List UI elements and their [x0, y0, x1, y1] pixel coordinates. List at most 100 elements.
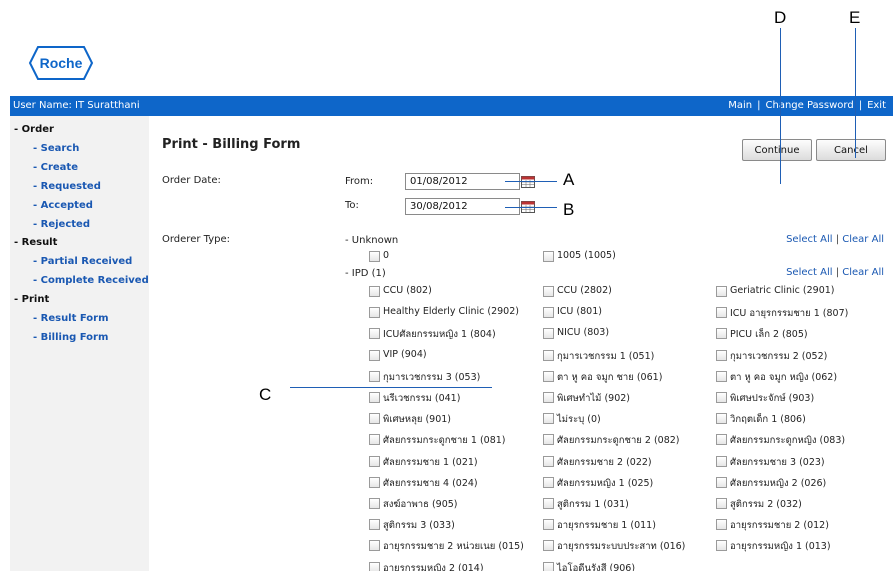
clear-all-link[interactable]: Clear All — [842, 267, 884, 278]
checkbox-label: ICU อายุรกรรมชาย 1 (807) — [730, 308, 849, 319]
checkbox[interactable] — [716, 434, 727, 445]
checkbox[interactable] — [543, 328, 554, 339]
checkbox-label: สูติกรรม 3 (033) — [383, 520, 455, 531]
annotation-d: D — [774, 8, 787, 27]
sidebar-item-rejected[interactable]: - Rejected — [33, 219, 90, 230]
annotation-a-line — [505, 181, 557, 182]
checkbox[interactable] — [369, 307, 380, 318]
checkbox[interactable] — [369, 562, 380, 571]
top-bar: User Name: IT Suratthani Main | Change Pas… — [10, 96, 893, 116]
sidebar-item-result-form[interactable]: - Result Form — [33, 313, 109, 324]
checkbox[interactable] — [369, 519, 380, 530]
orderer-type-label: Orderer Type: — [162, 234, 230, 245]
checkbox[interactable] — [716, 392, 727, 403]
separator: | — [858, 100, 863, 111]
checkbox-label: ไม่ระบุ (0) — [557, 414, 601, 425]
clear-all-link[interactable]: Clear All — [842, 234, 884, 245]
checkbox[interactable] — [369, 498, 380, 509]
checkbox-label: อายุรกรรมหญิง 2 (014) — [383, 563, 484, 571]
checkbox[interactable] — [716, 498, 727, 509]
exit-link[interactable]: Exit — [867, 100, 886, 111]
from-label: From: — [345, 176, 374, 187]
cancel-button[interactable]: Cancel — [816, 139, 886, 161]
checkbox[interactable] — [543, 307, 554, 318]
sidebar-item-search[interactable]: - Search — [33, 143, 79, 154]
checkbox-label: ตา หู คอ จมูก ชาย (061) — [557, 372, 663, 383]
sidebar-item-create[interactable]: - Create — [33, 162, 78, 173]
checkbox[interactable] — [369, 328, 380, 339]
sidebar-item-requested[interactable]: - Requested — [33, 181, 101, 192]
checkbox-label: NICU (803) — [557, 327, 610, 338]
checkbox-label: CCU (802) — [383, 285, 432, 296]
checkbox-label: สูติกรรม 2 (032) — [730, 499, 802, 510]
checkbox[interactable] — [369, 251, 380, 262]
annotation-b-line — [505, 207, 557, 208]
checkbox[interactable] — [716, 477, 727, 488]
checkbox[interactable] — [543, 519, 554, 530]
checkbox[interactable] — [543, 562, 554, 571]
sidebar-item-accepted[interactable]: - Accepted — [33, 200, 93, 211]
annotation-e: E — [849, 8, 861, 27]
sidebar-section-print: - Print — [14, 294, 50, 305]
change-password-link[interactable]: Change Password — [766, 100, 854, 111]
checkbox-label: 1005 (1005) — [557, 250, 616, 261]
checkbox[interactable] — [369, 392, 380, 403]
order-date-label: Order Date: — [162, 175, 221, 186]
checkbox[interactable] — [716, 371, 727, 382]
checkbox[interactable] — [543, 477, 554, 488]
checkbox[interactable] — [543, 456, 554, 467]
checkbox[interactable] — [369, 286, 380, 297]
separator: | — [757, 100, 761, 111]
user-name-label: User Name: IT Suratthani — [13, 100, 140, 111]
checkbox[interactable] — [369, 350, 380, 361]
checkbox[interactable] — [543, 434, 554, 445]
checkbox[interactable] — [543, 251, 554, 262]
checkbox[interactable] — [716, 456, 727, 467]
to-date-input[interactable]: 30/08/2012 — [405, 198, 520, 215]
checkbox[interactable] — [716, 519, 727, 530]
checkbox[interactable] — [543, 498, 554, 509]
checkbox[interactable] — [716, 307, 727, 318]
checkbox[interactable] — [369, 413, 380, 424]
checkbox[interactable] — [369, 540, 380, 551]
checkbox-label: ศัลยกรรมกระดูกหญิง (083) — [730, 435, 846, 446]
checkbox[interactable] — [543, 413, 554, 424]
sidebar-item-complete-received[interactable]: - Complete Received — [33, 275, 149, 286]
main-link[interactable]: Main — [728, 100, 752, 111]
checkbox[interactable] — [543, 350, 554, 361]
checkbox-label: ศัลยกรรมชาย 4 (024) — [383, 478, 478, 489]
checkbox[interactable] — [369, 371, 380, 382]
checkbox[interactable] — [716, 328, 727, 339]
sidebar-item-partial-received[interactable]: - Partial Received — [33, 256, 132, 267]
checkbox[interactable] — [369, 434, 380, 445]
checkbox[interactable] — [716, 350, 727, 361]
roche-logo: Roche — [28, 45, 94, 81]
checkbox-label: พิเศษหลุย (901) — [383, 414, 452, 425]
link-separator: | — [835, 267, 840, 278]
sidebar-section-order: - Order — [14, 124, 54, 135]
checkbox-label: นรีเวชกรรม (041) — [383, 393, 461, 404]
checkbox[interactable] — [369, 477, 380, 488]
select-all-link[interactable]: Select All — [786, 267, 832, 278]
continue-button[interactable]: Continue — [742, 139, 812, 161]
checkbox[interactable] — [716, 286, 727, 297]
checkbox[interactable] — [543, 392, 554, 403]
checkbox-label: Healthy Elderly Clinic (2902) — [383, 306, 519, 317]
checkbox[interactable] — [369, 456, 380, 467]
select-all-link[interactable]: Select All — [786, 234, 832, 245]
checkbox-label: ศัลยกรรมกระดูกชาย 2 (082) — [557, 435, 680, 446]
annotation-c: C — [259, 385, 272, 404]
group-ipd-label: - IPD (1) — [345, 268, 386, 279]
from-date-input[interactable]: 01/08/2012 — [405, 173, 520, 190]
checkbox-label: ศัลยกรรมชาย 3 (023) — [730, 457, 825, 468]
checkbox-label: อายุรกรรมชาย 2 (012) — [730, 520, 829, 531]
checkbox[interactable] — [543, 286, 554, 297]
checkbox[interactable] — [543, 371, 554, 382]
checkbox[interactable] — [543, 540, 554, 551]
group-unknown-label: - Unknown — [345, 235, 399, 246]
checkbox[interactable] — [716, 540, 727, 551]
calendar-icon[interactable] — [521, 176, 535, 188]
checkbox[interactable] — [716, 413, 727, 424]
roche-logo-icon: Roche — [28, 46, 94, 80]
sidebar-item-billing-form[interactable]: - Billing Form — [33, 332, 108, 343]
